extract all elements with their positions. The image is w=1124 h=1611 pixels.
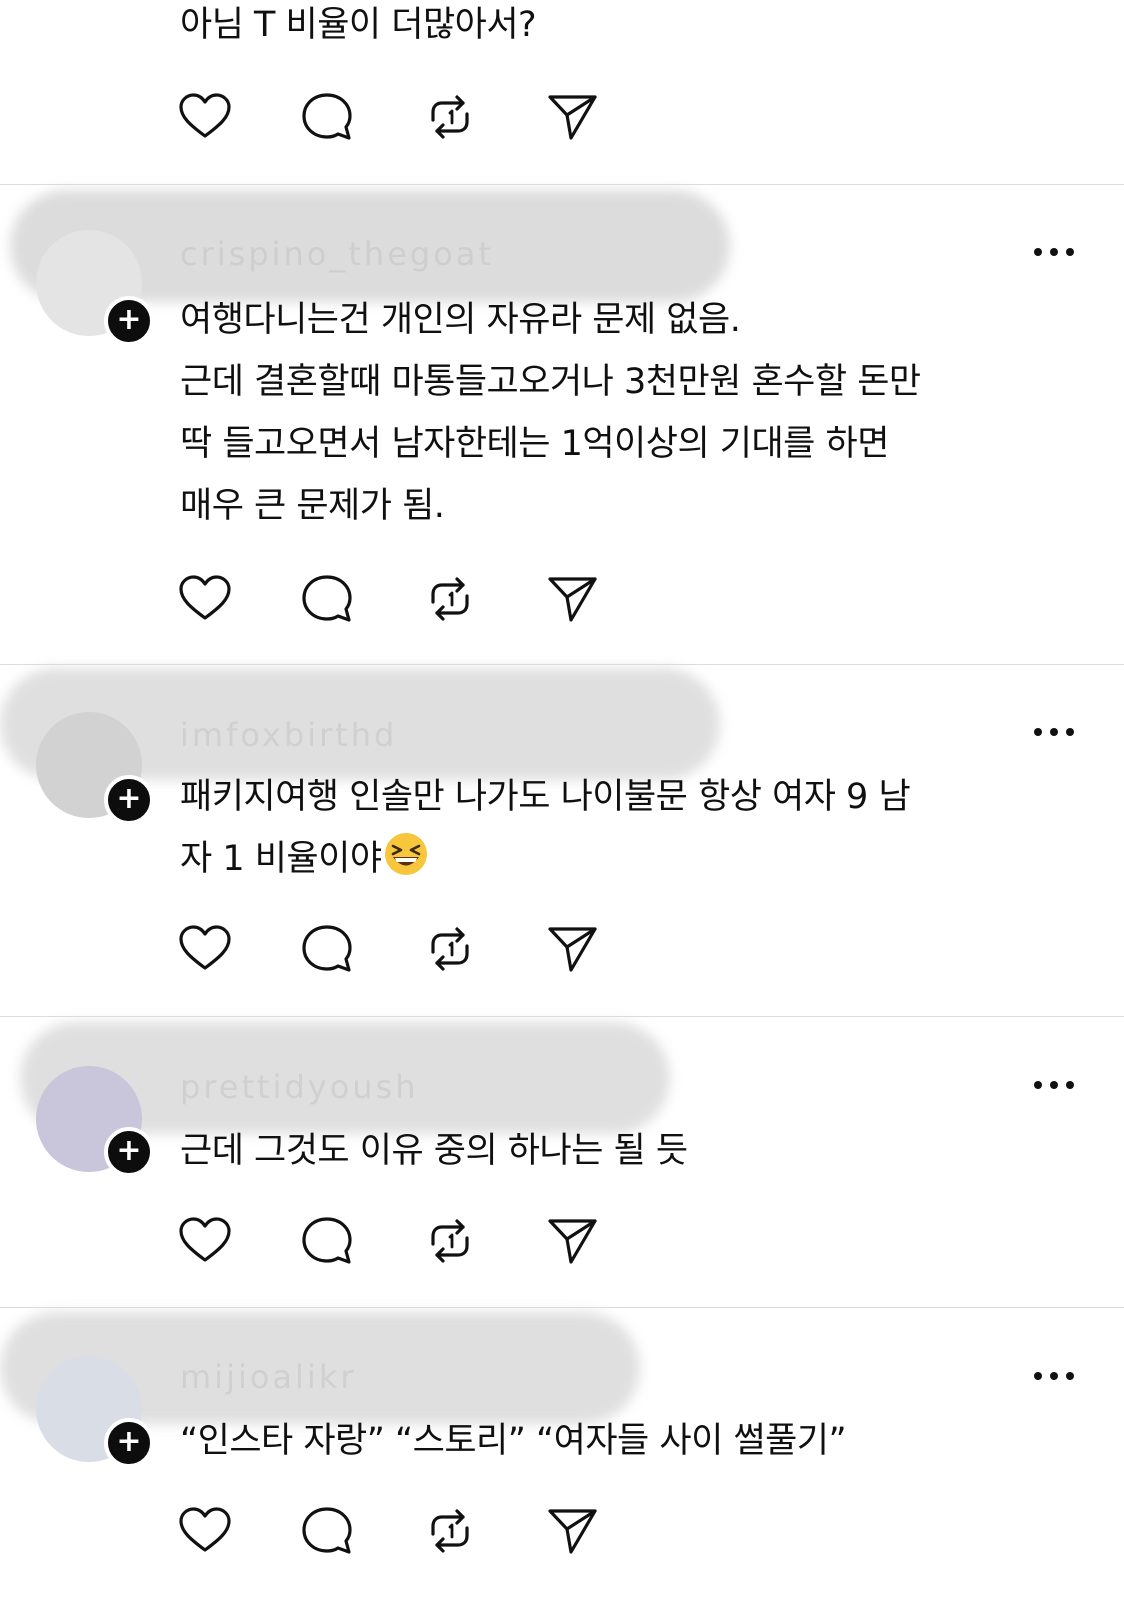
more-dots-icon[interactable] bbox=[1030, 722, 1078, 742]
comment-bubble-icon[interactable] bbox=[300, 90, 354, 144]
post-actions bbox=[178, 90, 618, 146]
plus-icon[interactable]: + bbox=[104, 1127, 154, 1177]
post-divider bbox=[0, 184, 1124, 185]
post-actions bbox=[178, 922, 618, 978]
repost-icon[interactable] bbox=[423, 1504, 477, 1558]
comment-bubble-icon[interactable] bbox=[300, 922, 354, 976]
more-dots-icon[interactable] bbox=[1030, 242, 1078, 262]
heart-icon[interactable] bbox=[178, 1214, 232, 1268]
heart-icon[interactable] bbox=[178, 90, 232, 144]
more-dots-icon[interactable] bbox=[1030, 1075, 1078, 1095]
heart-icon[interactable] bbox=[178, 922, 232, 976]
more-dots-icon[interactable] bbox=[1030, 1366, 1078, 1386]
post-divider bbox=[0, 664, 1124, 665]
repost-icon[interactable] bbox=[423, 1214, 477, 1268]
username[interactable]: prettidyoush bbox=[180, 1068, 419, 1106]
post-divider bbox=[0, 1307, 1124, 1308]
comment-bubble-icon[interactable] bbox=[300, 572, 354, 626]
heart-icon[interactable] bbox=[178, 1504, 232, 1558]
username[interactable]: imfoxbirthd bbox=[180, 716, 397, 754]
plus-icon[interactable]: + bbox=[104, 296, 154, 346]
post-text: 근데 그것도 이유 중의 하나는 될 듯 bbox=[180, 1131, 688, 1171]
send-icon[interactable] bbox=[546, 572, 600, 626]
repost-icon[interactable] bbox=[423, 90, 477, 144]
send-icon[interactable] bbox=[546, 1214, 600, 1268]
comment-bubble-icon[interactable] bbox=[300, 1504, 354, 1558]
send-icon[interactable] bbox=[546, 1504, 600, 1558]
post-actions bbox=[178, 572, 618, 628]
send-icon[interactable] bbox=[546, 90, 600, 144]
send-icon[interactable] bbox=[546, 922, 600, 976]
post-text: 여행다니는건 개인의 자유라 문제 없음. 근데 결혼할때 마통들고오거나 3천… bbox=[180, 300, 921, 526]
post-actions bbox=[178, 1214, 618, 1270]
post-text-content: 패키지여행 인솔만 나가도 나이불문 항상 여자 9 남 자 1 비율이야 bbox=[180, 777, 911, 879]
post-text: 아님 T 비율이 더많아서? bbox=[180, 5, 537, 45]
post-text: 패키지여행 인솔만 나가도 나이불문 항상 여자 9 남 자 1 비율이야 bbox=[180, 766, 1090, 890]
post-actions bbox=[178, 1504, 618, 1560]
grinning-squinting-face bbox=[384, 833, 427, 875]
username[interactable]: mijioalikr bbox=[180, 1358, 357, 1396]
post-text: “인스타 자랑” “스토리” “여자들 사이 썰풀기” bbox=[180, 1421, 847, 1461]
repost-icon[interactable] bbox=[423, 572, 477, 626]
comment-bubble-icon[interactable] bbox=[300, 1214, 354, 1268]
post-divider bbox=[0, 1016, 1124, 1017]
plus-icon[interactable]: + bbox=[104, 1418, 154, 1468]
heart-icon[interactable] bbox=[178, 572, 232, 626]
plus-icon[interactable]: + bbox=[104, 775, 154, 825]
repost-icon[interactable] bbox=[423, 922, 477, 976]
username[interactable]: crispino_thegoat bbox=[180, 235, 494, 273]
